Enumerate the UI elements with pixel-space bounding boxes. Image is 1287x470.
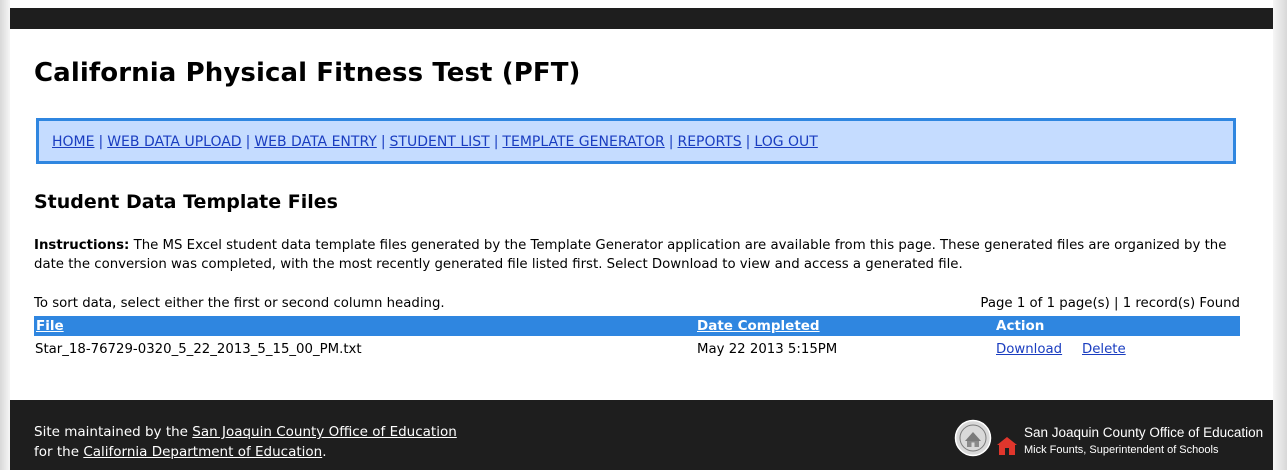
- nav-home[interactable]: HOME: [52, 134, 94, 150]
- files-table: File Date Completed Action Star_18-76729…: [34, 316, 1240, 362]
- logo-line-1: San Joaquin County Office of Education: [1024, 425, 1264, 440]
- footer-maintained-prefix: Site maintained by the: [34, 424, 188, 440]
- main-navigation: HOME | WEB DATA UPLOAD | WEB DATA ENTRY | STUD…: [36, 118, 1236, 164]
- table-row: Star_18-76729-0320_5_22_2013_5_15_00_PM.…: [34, 336, 1240, 362]
- download-link[interactable]: Download: [996, 342, 1062, 357]
- nav-separator: |: [380, 134, 386, 150]
- page-info: Page 1 of 1 page(s) | 1 record(s) Found: [980, 296, 1240, 311]
- nav-links: HOME | WEB DATA UPLOAD | WEB DATA ENTRY | STUD…: [52, 134, 818, 150]
- column-header-action: Action: [996, 318, 1045, 334]
- nav-student-list[interactable]: STUDENT LIST: [390, 134, 490, 150]
- sjcoe-link[interactable]: San Joaquin County Office of Education: [192, 424, 457, 440]
- logo-line-2: Mick Founts, Superintendent of Schools: [1024, 444, 1219, 456]
- table-header: File Date Completed Action: [34, 316, 1240, 336]
- date-completed-cell: May 22 2013 5:15PM: [697, 342, 838, 357]
- nav-reports[interactable]: REPORTS: [677, 134, 741, 150]
- nav-web-data-entry[interactable]: WEB DATA ENTRY: [254, 134, 377, 150]
- nav-separator: |: [668, 134, 674, 150]
- sjcoe-logo-text: San Joaquin County Office of Education M…: [1024, 424, 1263, 458]
- column-header-file[interactable]: File: [36, 318, 64, 334]
- instructions: Instructions: The MS Excel student data …: [34, 236, 1244, 274]
- footer-text: Site maintained by the San Joaquin Count…: [34, 422, 457, 462]
- page-title: California Physical Fitness Test (PFT): [34, 58, 581, 88]
- delete-link[interactable]: Delete: [1082, 342, 1126, 357]
- nav-separator: |: [245, 134, 251, 150]
- nav-web-data-upload[interactable]: WEB DATA UPLOAD: [107, 134, 241, 150]
- column-header-date-completed[interactable]: Date Completed: [697, 318, 820, 334]
- nav-separator: |: [98, 134, 104, 150]
- nav-separator: |: [745, 134, 751, 150]
- instructions-text: The MS Excel student data template files…: [34, 238, 1227, 272]
- footer-for-suffix: .: [322, 444, 327, 460]
- nav-template-generator[interactable]: TEMPLATE GENERATOR: [502, 134, 664, 150]
- top-fade: [10, 0, 1273, 8]
- section-title: Student Data Template Files: [34, 191, 338, 213]
- instructions-label: Instructions:: [34, 238, 130, 253]
- sjcoe-seal-icon: [954, 419, 992, 457]
- top-bar: [10, 8, 1273, 29]
- footer: Site maintained by the San Joaquin Count…: [10, 400, 1273, 470]
- schoolhouse-icon: [997, 437, 1017, 455]
- nav-separator: |: [493, 134, 499, 150]
- page-frame: California Physical Fitness Test (PFT) H…: [10, 0, 1273, 470]
- cde-link[interactable]: California Department of Education: [83, 444, 322, 460]
- footer-line-maintained: Site maintained by the San Joaquin Count…: [34, 422, 457, 442]
- file-name-cell: Star_18-76729-0320_5_22_2013_5_15_00_PM.…: [35, 342, 362, 357]
- footer-for-prefix: for the: [34, 444, 80, 460]
- sort-hint: To sort data, select either the first or…: [34, 296, 445, 311]
- footer-line-for: for the California Department of Educati…: [34, 442, 457, 462]
- nav-log-out[interactable]: LOG OUT: [754, 134, 817, 150]
- page-shadow-right: [1273, 0, 1287, 470]
- page-shadow-left: [0, 0, 10, 470]
